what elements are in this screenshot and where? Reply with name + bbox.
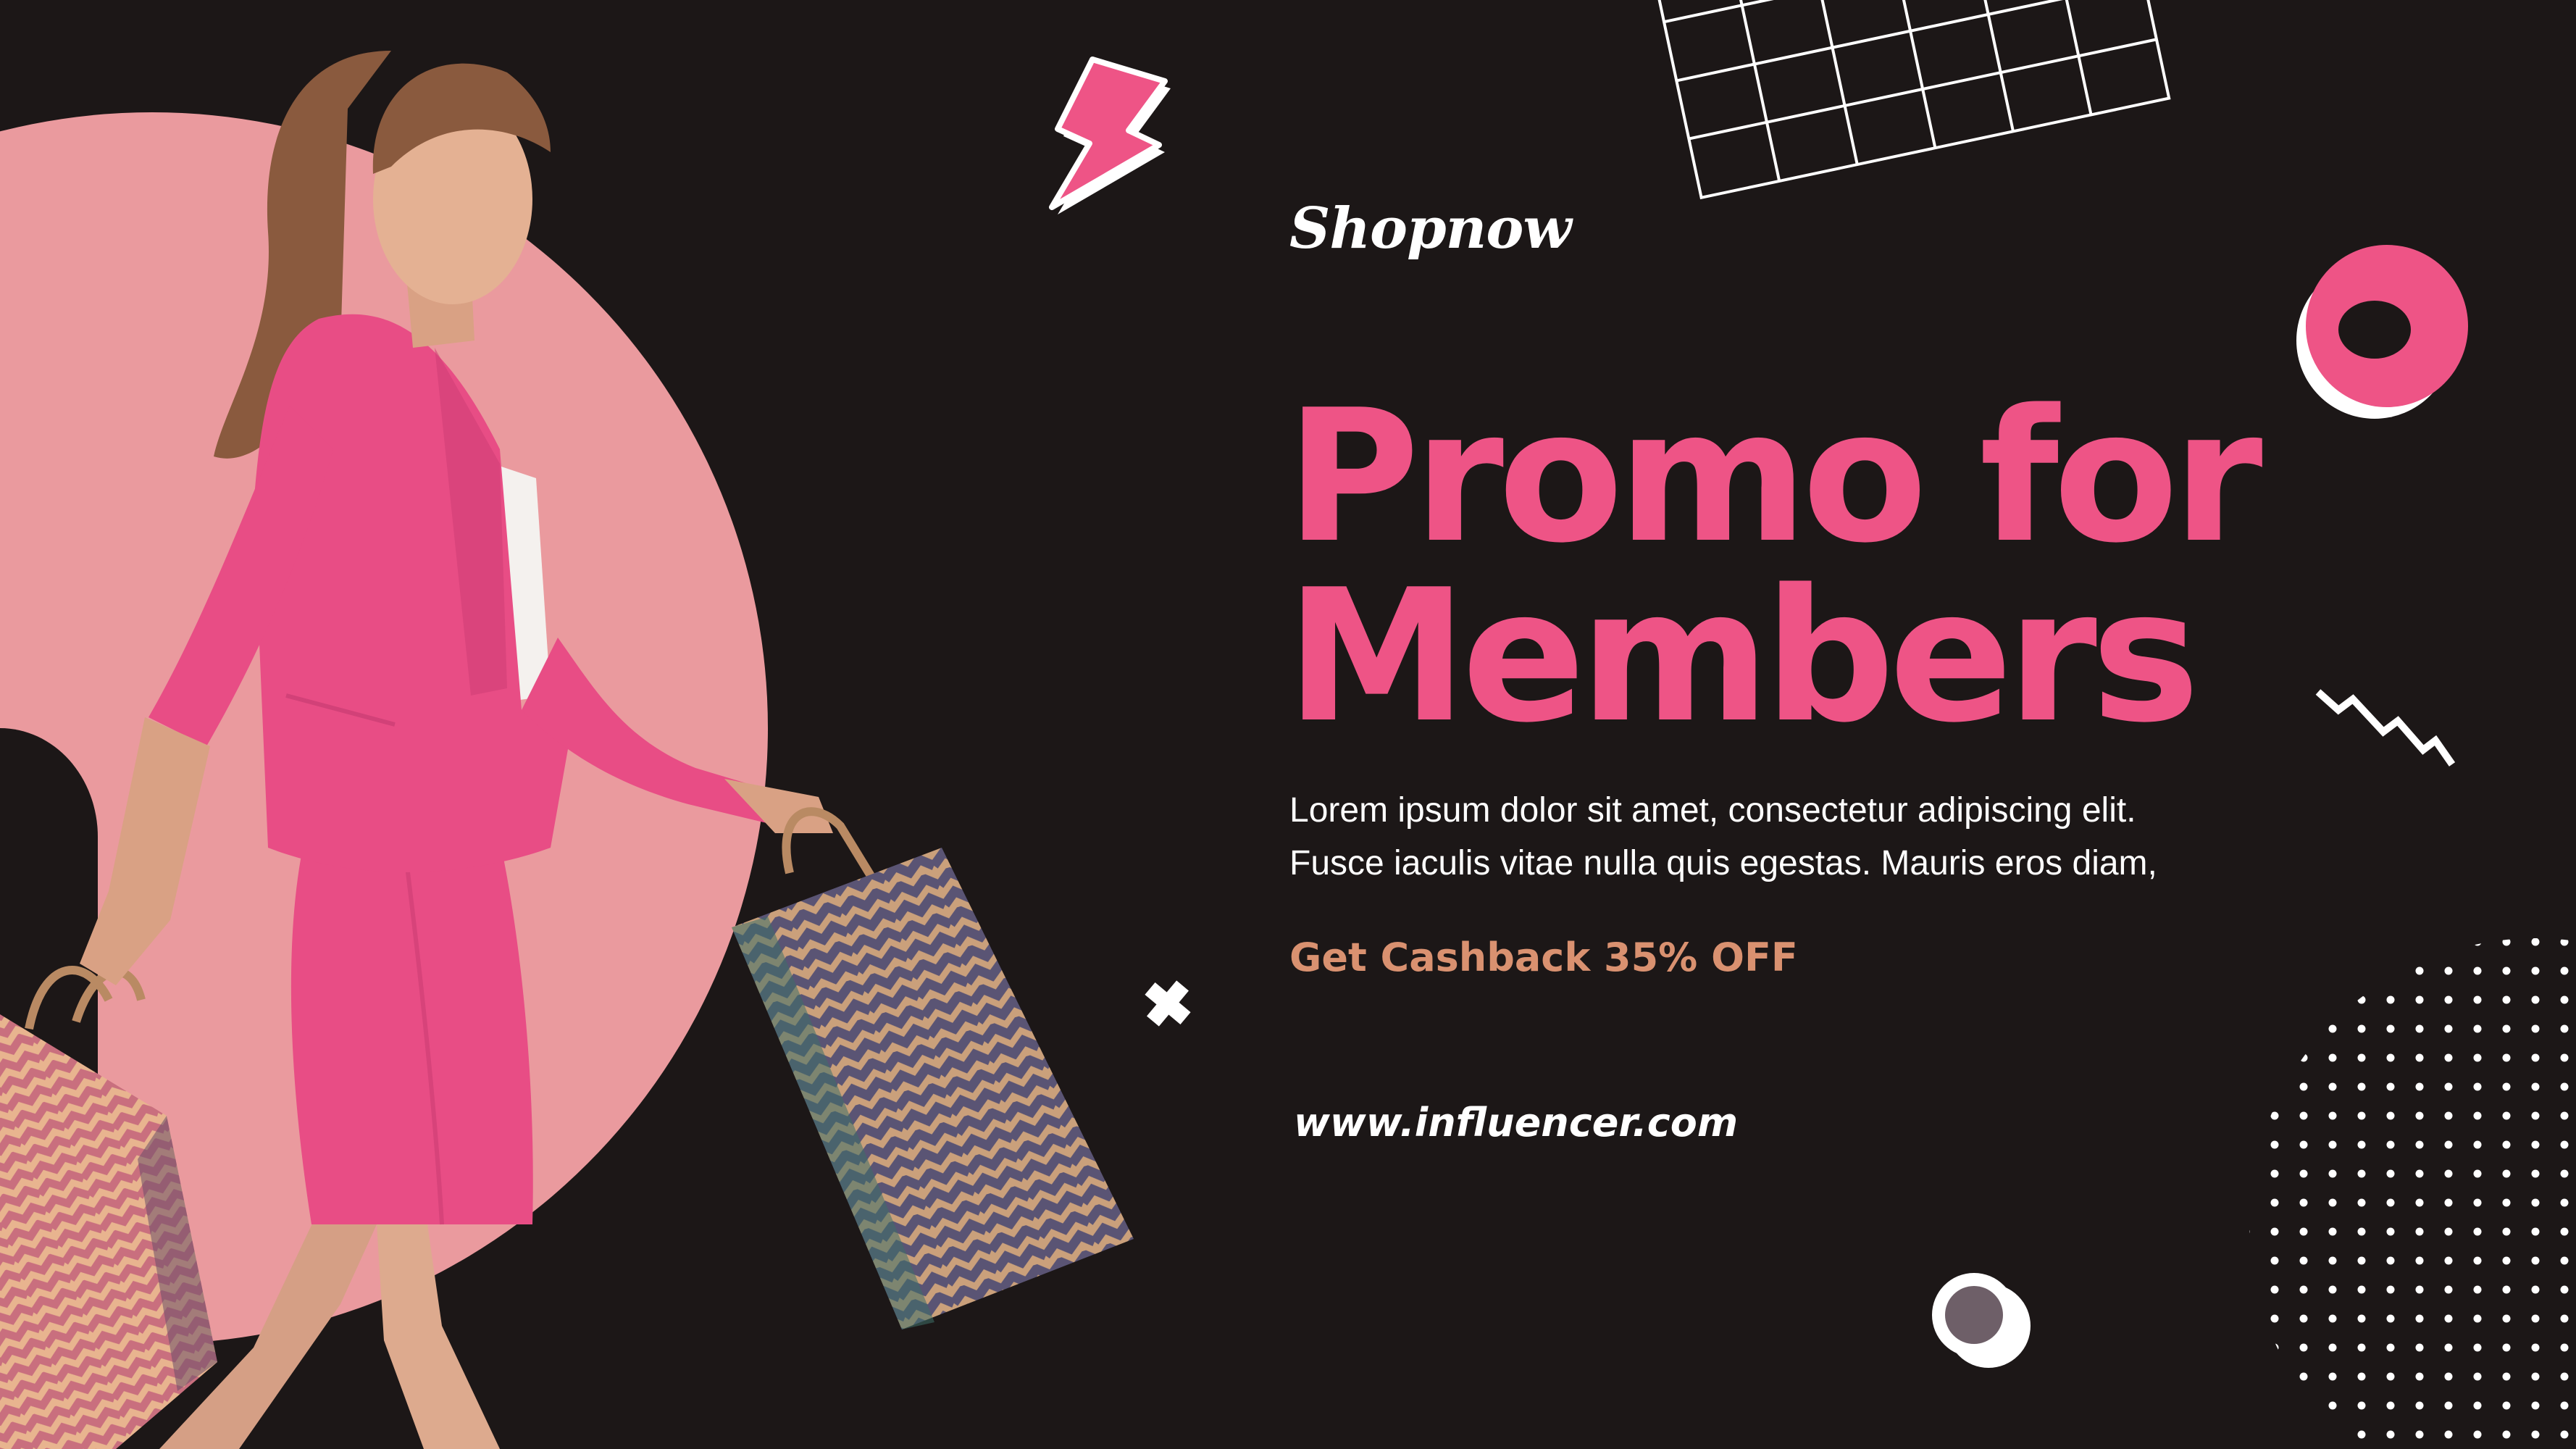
website-url[interactable]: www.influencer.com <box>1294 1100 1738 1145</box>
brand-logo: Shopnow <box>1289 196 1571 262</box>
ring-icon <box>2296 245 2468 419</box>
body-copy: Lorem ipsum dolor sit amet, consectetur … <box>1289 784 2157 890</box>
small-ring-icon <box>1932 1273 2031 1368</box>
headline-line-2: Members <box>1286 551 2200 763</box>
zigzag-icon <box>2315 689 2456 767</box>
headline: Promo for Members <box>1286 371 2263 763</box>
dot-pattern-icon <box>2249 938 2576 1449</box>
lightning-bolt-icon <box>1049 57 1171 214</box>
grid-pattern-icon <box>1649 0 2171 200</box>
body-copy-line-2: Fusce iaculis vitae nulla quis egestas. … <box>1289 844 2157 882</box>
body-copy-line-1: Lorem ipsum dolor sit amet, consectetur … <box>1289 791 2136 830</box>
headline-line-1: Promo for <box>1286 371 2263 583</box>
promo-banner: Shopnow Promo for Members Lorem ipsum do… <box>0 0 2576 1449</box>
cross-icon <box>1145 980 1191 1027</box>
cashback-offer: Get Cashback 35% OFF <box>1289 935 1798 980</box>
